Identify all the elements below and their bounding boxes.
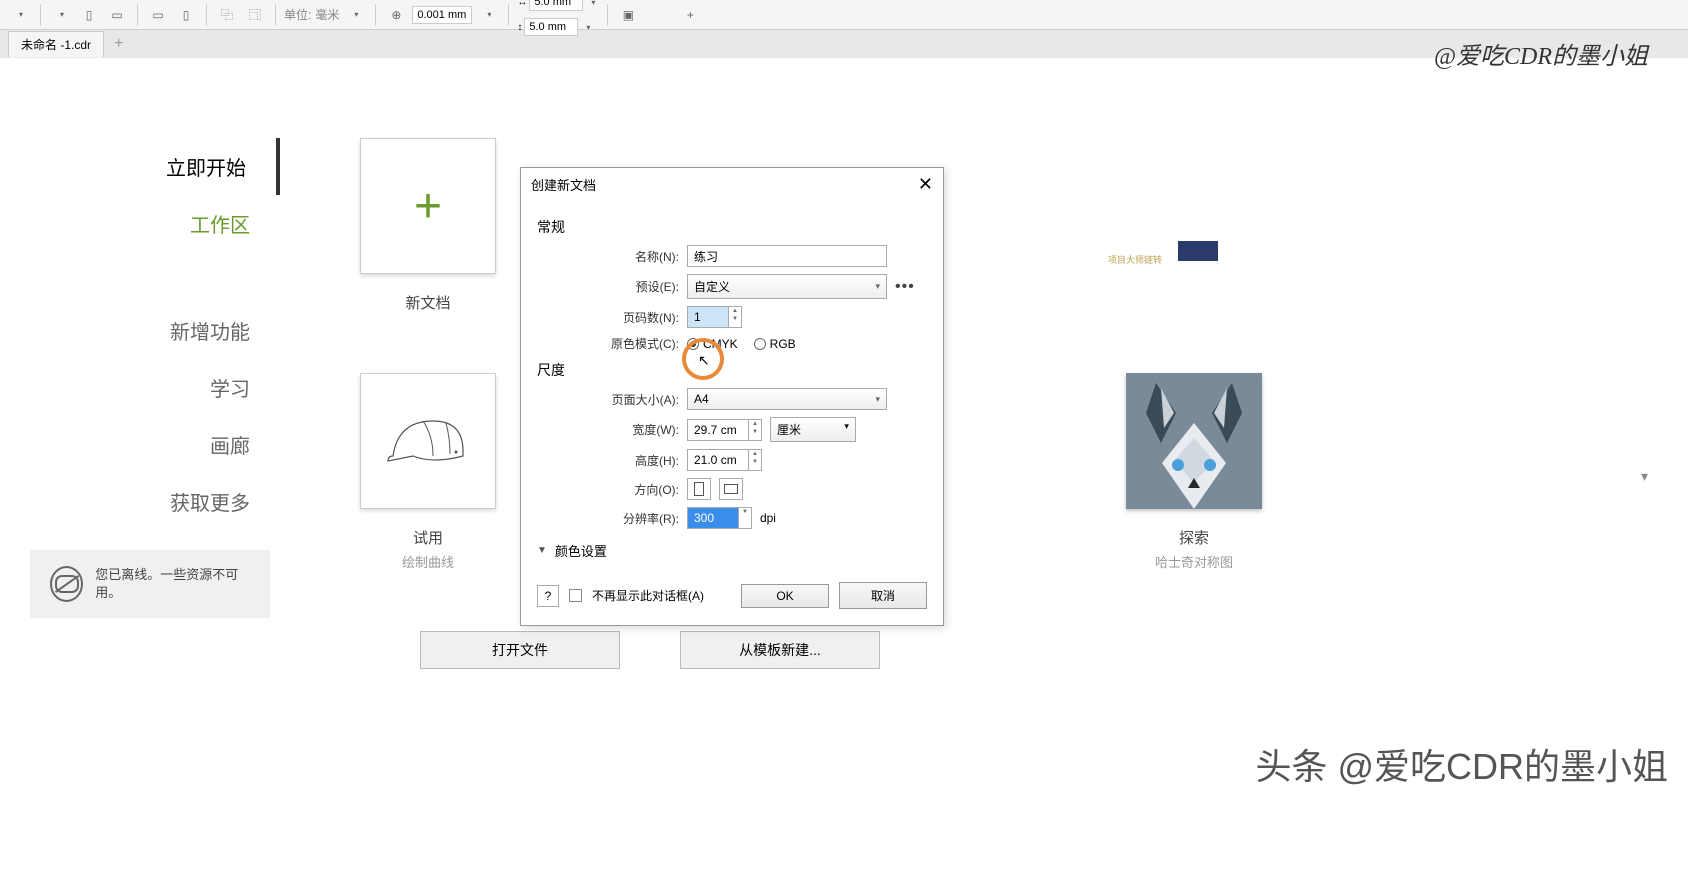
new-document-dialog: 创建新文档 ✕ 常规 名称(N): 预设(E): 自定义 ••• 页码数(N):… bbox=[520, 167, 944, 626]
height-spinner[interactable]: ▲▼ bbox=[687, 449, 762, 471]
sidebar-item-start[interactable]: 立即开始 bbox=[0, 138, 280, 195]
cmyk-radio[interactable]: CMYK bbox=[687, 337, 738, 351]
trial-label: 试用 bbox=[360, 527, 496, 548]
preset-more-button[interactable]: ••• bbox=[895, 278, 915, 296]
explore-label: 探索 bbox=[1126, 527, 1262, 548]
unit-label: 单位: bbox=[284, 6, 311, 23]
duplicate-y-input[interactable] bbox=[524, 18, 578, 36]
husky-image bbox=[1126, 373, 1262, 509]
ungroup-icon[interactable]: ⿹ bbox=[243, 3, 267, 27]
section-dimensions: 尺度 bbox=[537, 360, 927, 380]
sidebar-item-gallery[interactable]: 画廊 bbox=[0, 416, 280, 473]
unit-select[interactable]: 厘米 bbox=[770, 417, 856, 442]
unit-dropdown[interactable] bbox=[343, 3, 367, 27]
orientation-dropdown[interactable] bbox=[49, 3, 73, 27]
trial-card[interactable]: 试用 绘制曲线 bbox=[360, 373, 496, 571]
portrait-button[interactable] bbox=[687, 478, 711, 500]
resolution-spinner[interactable]: ▼ bbox=[687, 507, 752, 529]
watermark-bottom: 头条 @爱吃CDR的墨小姐 bbox=[1255, 738, 1668, 790]
cancel-button[interactable]: 取消 bbox=[839, 582, 927, 609]
open-file-button[interactable]: 打开文件 bbox=[420, 631, 620, 669]
dont-show-checkbox[interactable] bbox=[569, 589, 582, 602]
tab-add-button[interactable]: + bbox=[104, 31, 133, 57]
dup-y-icon: ↕ bbox=[517, 22, 522, 33]
pages-label: 页码数(N): bbox=[537, 309, 687, 326]
nudge-dropdown[interactable] bbox=[476, 3, 500, 27]
ok-button[interactable]: OK bbox=[741, 584, 829, 608]
property-toolbar: ▯ ▭ ▭ ▯ ⿻ ⿹ 单位: 毫米 ⊕ ↔ ↕ ▣ + bbox=[0, 0, 1688, 30]
pagesize-label: 页面大小(A): bbox=[537, 391, 687, 408]
group-icon[interactable]: ⿻ bbox=[215, 3, 239, 27]
nudge-icon[interactable]: ⊕ bbox=[384, 3, 408, 27]
width-spinner[interactable]: ▲▼ bbox=[687, 419, 762, 441]
align-icon[interactable]: ▭ bbox=[146, 3, 170, 27]
plus-icon: + bbox=[414, 179, 442, 234]
sidebar-item-getmore[interactable]: 获取更多 bbox=[0, 473, 280, 530]
expand-icon[interactable]: ▾ bbox=[1641, 468, 1648, 485]
landscape-button[interactable] bbox=[719, 478, 743, 500]
crop-icon[interactable]: ▣ bbox=[616, 3, 640, 27]
chevron-down-icon: ▼ bbox=[537, 545, 547, 556]
name-label: 名称(N): bbox=[537, 248, 687, 265]
new-document-card[interactable]: + 新文档 bbox=[360, 138, 496, 313]
pagesize-select[interactable]: A4 bbox=[687, 388, 887, 410]
height-label: 高度(H): bbox=[537, 452, 687, 469]
recent-thumb bbox=[1178, 241, 1218, 261]
distribute-icon[interactable]: ▯ bbox=[174, 3, 198, 27]
explore-sublabel: 哈士奇对称图 bbox=[1126, 552, 1262, 571]
watermark-top: @爱吃CDR的墨小姐 bbox=[1434, 36, 1648, 71]
resolution-label: 分辨率(R): bbox=[537, 510, 687, 527]
explore-card[interactable]: 探索 哈士奇对称图 bbox=[1126, 373, 1262, 571]
preset-select[interactable]: 自定义 bbox=[687, 274, 887, 299]
offline-text: 您已离线。一些资源不可用。 bbox=[95, 566, 250, 602]
colormode-label: 原色模式(C): bbox=[537, 335, 687, 352]
section-general: 常规 bbox=[537, 217, 927, 237]
rgb-radio[interactable]: RGB bbox=[754, 337, 796, 351]
nudge-input[interactable] bbox=[412, 6, 472, 24]
welcome-sidebar: 立即开始 工作区 新增功能 学习 画廊 获取更多 您已离线。一些资源不可用。 bbox=[0, 98, 300, 669]
preset-label: 预设(E): bbox=[537, 278, 687, 295]
from-template-button[interactable]: 从模板新建... bbox=[680, 631, 880, 669]
width-label: 宽度(W): bbox=[537, 421, 687, 438]
trial-sublabel: 绘制曲线 bbox=[360, 552, 496, 571]
dpi-label: dpi bbox=[760, 511, 776, 525]
help-button[interactable]: ? bbox=[537, 585, 559, 607]
dup-x-icon: ↔ bbox=[517, 0, 527, 8]
offline-icon bbox=[50, 566, 83, 602]
add-icon[interactable]: + bbox=[678, 3, 702, 27]
duplicate-x-input[interactable] bbox=[529, 0, 583, 11]
sidebar-item-learn[interactable]: 学习 bbox=[0, 359, 280, 416]
offline-notice: 您已离线。一些资源不可用。 bbox=[30, 550, 270, 618]
dont-show-label: 不再显示此对话框(A) bbox=[592, 587, 704, 604]
document-tab[interactable]: 未命名 -1.cdr bbox=[8, 31, 104, 57]
dialog-title: 创建新文档 bbox=[531, 175, 596, 194]
page-size-dropdown[interactable] bbox=[8, 3, 32, 27]
welcome-content: + 新文档 项目大师链转 ▾ 试用 绘制曲线 bbox=[300, 98, 1688, 669]
portrait-icon[interactable]: ▯ bbox=[77, 3, 101, 27]
new-document-label: 新文档 bbox=[360, 292, 496, 313]
cap-icon bbox=[378, 401, 478, 481]
color-settings-toggle[interactable]: ▼ 颜色设置 bbox=[537, 541, 927, 560]
sidebar-item-workspace[interactable]: 工作区 bbox=[0, 195, 280, 252]
sidebar-item-whatsnew[interactable]: 新增功能 bbox=[0, 302, 280, 359]
orient-label: 方向(O): bbox=[537, 481, 687, 498]
recent-thumb-label: 项目大师链转 bbox=[1108, 253, 1162, 266]
landscape-icon[interactable]: ▭ bbox=[105, 3, 129, 27]
unit-value: 毫米 bbox=[315, 6, 339, 23]
close-icon[interactable]: ✕ bbox=[918, 174, 933, 195]
pages-spinner[interactable]: ▲▼ bbox=[687, 306, 742, 328]
name-input[interactable] bbox=[687, 245, 887, 267]
